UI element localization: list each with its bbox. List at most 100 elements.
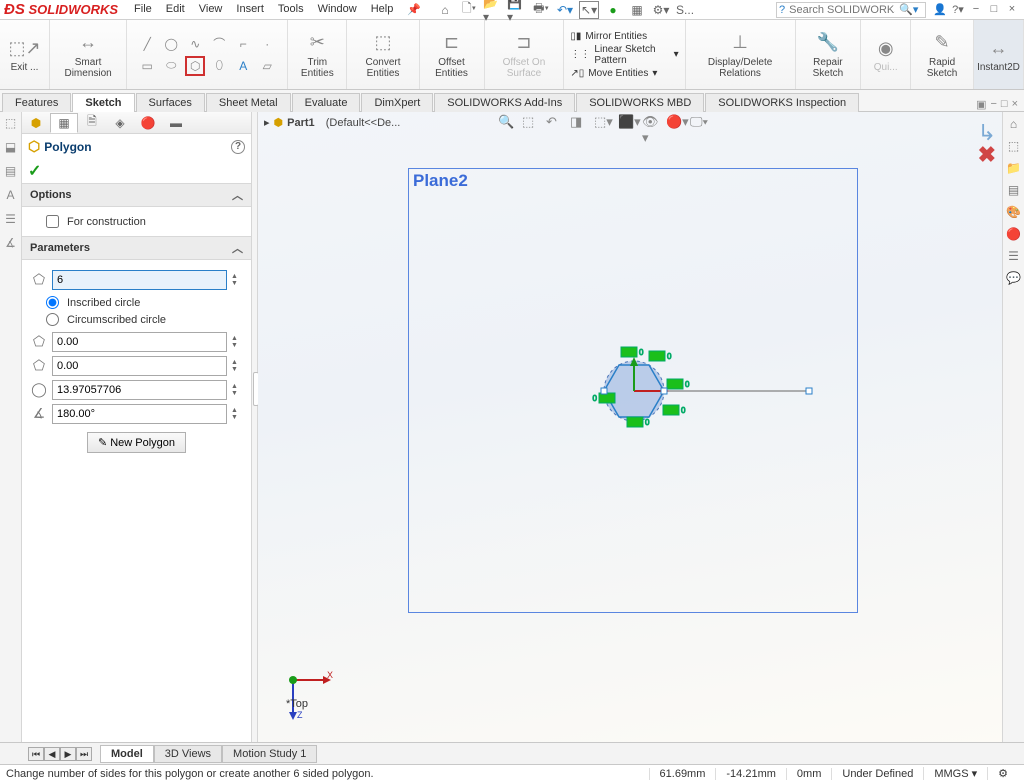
exit-sketch-button[interactable]: ⬚↗ Exit ...: [0, 20, 50, 89]
ok-button[interactable]: ✓: [28, 163, 41, 180]
cy-spinner[interactable]: ▲▼: [231, 359, 243, 373]
taskpane-props-icon[interactable]: ☰: [1005, 248, 1023, 266]
tab-evaluate[interactable]: Evaluate: [292, 93, 361, 112]
offset-entities-button[interactable]: ⊏ Offset Entities: [420, 20, 485, 89]
ellipse-tool[interactable]: ⬯: [209, 56, 229, 76]
doc-expand-icon[interactable]: ▣: [976, 98, 986, 111]
fillet-tool[interactable]: ⌐: [233, 34, 253, 54]
sides-spinner[interactable]: ▲▼: [231, 273, 243, 287]
assembly-icon[interactable]: ⬚: [3, 116, 19, 132]
panel-tab-decal[interactable]: ▬: [162, 113, 190, 133]
tab-dimxpert[interactable]: DimXpert: [361, 93, 433, 112]
linear-pattern-button[interactable]: ⋮⋮Linear Sketch Pattern▾: [570, 44, 678, 66]
plane-tool[interactable]: ▱: [257, 56, 277, 76]
sides-input[interactable]: [52, 270, 227, 290]
save-icon[interactable]: 💾▾: [507, 1, 527, 19]
menu-edit[interactable]: Edit: [160, 1, 191, 18]
display-style-icon[interactable]: ⬛▾: [618, 114, 636, 132]
cx-spinner[interactable]: ▲▼: [231, 335, 243, 349]
convert-entities-button[interactable]: ⬚ Convert Entities: [347, 20, 419, 89]
repair-sketch-button[interactable]: 🔧 Repair Sketch: [796, 20, 862, 89]
circle-tool[interactable]: ◯: [161, 34, 181, 54]
feature-help-icon[interactable]: ?: [231, 140, 245, 154]
rebuild-icon[interactable]: ●: [603, 1, 623, 19]
scene-icon[interactable]: 🖵▾: [690, 114, 708, 132]
menu-file[interactable]: File: [128, 1, 158, 18]
appearance-icon[interactable]: 🔴▾: [666, 114, 684, 132]
menu-tools[interactable]: Tools: [272, 1, 310, 18]
text-tool[interactable]: A: [233, 56, 253, 76]
angle-input[interactable]: [52, 404, 227, 424]
circumscribed-radio[interactable]: Circumscribed circle: [30, 311, 243, 328]
cancel-corner-icon[interactable]: ✖: [978, 142, 996, 168]
inscribed-radio[interactable]: Inscribed circle: [30, 294, 243, 311]
help2-icon[interactable]: ?▾: [950, 3, 966, 16]
taskpane-forum-icon[interactable]: 💬: [1005, 270, 1023, 288]
prev-view-icon[interactable]: ↶: [546, 114, 564, 132]
pin-icon[interactable]: 📌: [401, 1, 427, 18]
parameters-header[interactable]: Parameters︿: [22, 236, 251, 260]
maximize-icon[interactable]: □: [986, 3, 1002, 16]
panel-tab-appearance[interactable]: 🔴: [134, 113, 162, 133]
search-input[interactable]: [787, 3, 897, 17]
options-header[interactable]: Options︿: [22, 183, 251, 207]
dia-spinner[interactable]: ▲▼: [231, 383, 243, 397]
tab-sketch[interactable]: Sketch: [72, 93, 134, 112]
part-icon[interactable]: ⬓: [3, 140, 19, 156]
taskpane-library-icon[interactable]: 📁: [1005, 160, 1023, 178]
tab-mbd[interactable]: SOLIDWORKS MBD: [576, 93, 704, 112]
menu-view[interactable]: View: [193, 1, 229, 18]
panel-tab-property[interactable]: ▦: [50, 113, 78, 133]
tab-sheet-metal[interactable]: Sheet Metal: [206, 93, 291, 112]
rectangle-tool[interactable]: ▭: [137, 56, 157, 76]
point-tool[interactable]: ·: [257, 34, 277, 54]
tools-icon[interactable]: A: [3, 188, 19, 204]
undo-icon[interactable]: ↶▾: [555, 1, 575, 19]
expand-tree-icon[interactable]: ▸: [264, 116, 270, 129]
panel-tab-display[interactable]: ◈: [106, 113, 134, 133]
breadcrumb[interactable]: ▸ ⬢ Part1 (Default<<De...: [264, 116, 400, 129]
settings-icon[interactable]: ⚙▾: [651, 1, 671, 19]
select-icon[interactable]: ↖▾: [579, 1, 599, 19]
polygon-tool[interactable]: ⬡: [185, 56, 205, 76]
minimize-icon[interactable]: −: [968, 3, 984, 16]
options-grid-icon[interactable]: ▦: [627, 1, 647, 19]
print-icon[interactable]: 🖶▾: [531, 1, 551, 19]
view-orient-icon[interactable]: ⬚▾: [594, 114, 612, 132]
doc-max-icon[interactable]: □: [1001, 98, 1008, 111]
relations-button[interactable]: ⊥ Display/Delete Relations: [686, 20, 796, 89]
mirror-entities-button[interactable]: ▯▮Mirror Entities: [570, 31, 647, 42]
section-view-icon[interactable]: ◨: [570, 114, 588, 132]
panel-tab-config[interactable]: 🗎: [78, 113, 106, 133]
doc-min-icon[interactable]: −: [990, 98, 996, 111]
doc-close-icon[interactable]: ×: [1012, 98, 1018, 111]
open-icon[interactable]: 📂▾: [483, 1, 503, 19]
status-units[interactable]: MMGS ▾: [923, 767, 987, 780]
model-tab[interactable]: Model: [100, 745, 154, 763]
new-polygon-button[interactable]: ✎ New Polygon: [87, 432, 186, 453]
s-icon[interactable]: S...: [675, 1, 695, 19]
line-tool[interactable]: ╱: [137, 34, 157, 54]
tab-addins[interactable]: SOLIDWORKS Add-Ins: [434, 93, 575, 112]
user-icon[interactable]: 👤: [932, 3, 948, 16]
trim-entities-button[interactable]: ✂ Trim Entities: [288, 20, 347, 89]
taskpane-appearance-icon[interactable]: 🔴: [1005, 226, 1023, 244]
zoom-fit-icon[interactable]: 🔍: [498, 114, 516, 132]
center-x-input[interactable]: [52, 332, 227, 352]
zoom-area-icon[interactable]: ⬚: [522, 114, 540, 132]
taskpane-explorer-icon[interactable]: ▤: [1005, 182, 1023, 200]
slot-tool[interactable]: ⬭: [161, 56, 181, 76]
for-construction-checkbox[interactable]: For construction: [30, 213, 243, 230]
drawing-icon[interactable]: ▤: [3, 164, 19, 180]
menu-window[interactable]: Window: [312, 1, 363, 18]
hide-show-icon[interactable]: 👁▾: [642, 114, 660, 132]
center-y-input[interactable]: [52, 356, 227, 376]
status-settings-icon[interactable]: ⚙: [987, 767, 1018, 780]
angle-spinner[interactable]: ▲▼: [231, 407, 243, 421]
instant2d-button[interactable]: ↔ Instant2D: [974, 20, 1024, 89]
graphics-viewport[interactable]: ▸ ⬢ Part1 (Default<<De... 🔍 ⬚ ↶ ◨ ⬚▾ ⬛▾ …: [258, 112, 1024, 742]
taskpane-resources-icon[interactable]: ⬚: [1005, 138, 1023, 156]
layer-icon[interactable]: ☰: [3, 212, 19, 228]
tab-nav[interactable]: ⏮◀▶⏭: [28, 747, 92, 761]
menu-help[interactable]: Help: [365, 1, 400, 18]
